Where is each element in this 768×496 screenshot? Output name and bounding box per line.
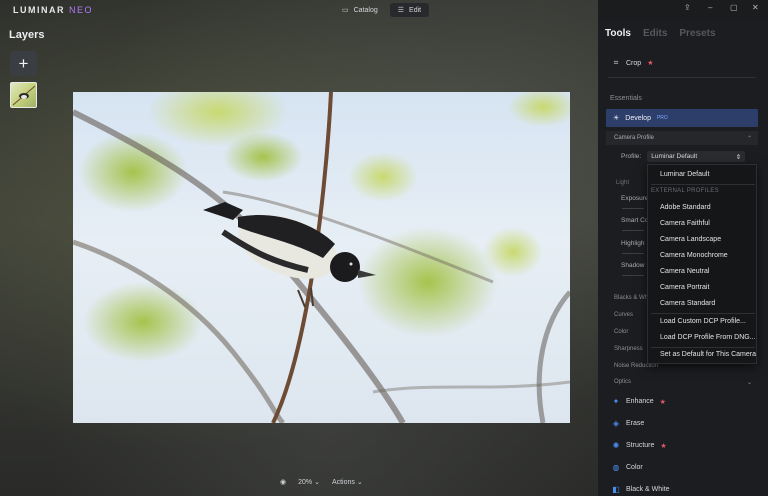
menu-item-camera-standard[interactable]: Camera Standard <box>660 300 715 307</box>
sun-icon: ☀ <box>613 115 620 122</box>
section-optics[interactable]: Optics ⌄ <box>606 376 758 388</box>
folder-icon: ▭ <box>342 7 349 14</box>
menu-item-adobe-standard[interactable]: Adobe Standard <box>660 204 711 211</box>
slider-highlights-track[interactable] <box>622 253 644 254</box>
profile-dropdown-menu: Luminar Default EXTERNAL PROFILES Adobe … <box>647 164 757 364</box>
slider-smart-contrast-track[interactable] <box>622 230 644 231</box>
tab-catalog[interactable]: ▭ Catalog <box>334 3 386 17</box>
eraser-icon: ◈ <box>612 419 620 428</box>
erase-tool[interactable]: ◈ Erase <box>612 419 644 428</box>
menu-item-camera-portrait[interactable]: Camera Portrait <box>660 284 709 291</box>
sparkle-icon: ✦ <box>612 397 620 406</box>
menu-divider <box>651 347 755 348</box>
black-white-icon: ◧ <box>612 485 620 494</box>
photo-canvas[interactable] <box>73 92 570 423</box>
tab-edits[interactable]: Edits <box>643 28 667 39</box>
camera-profile-label: Camera Profile <box>614 135 655 141</box>
tab-edit-label: Edit <box>409 6 422 14</box>
select-arrows-icon: ⇕ <box>735 153 742 161</box>
star-icon: ★ <box>660 442 667 450</box>
menu-item-camera-monochrome[interactable]: Camera Monochrome <box>660 252 728 259</box>
photo-image <box>73 92 570 423</box>
menu-item-camera-neutral[interactable]: Camera Neutral <box>660 268 709 275</box>
minimize-icon[interactable]: – <box>708 3 712 12</box>
light-heading: Light <box>616 180 630 186</box>
menu-divider <box>651 313 755 314</box>
close-icon[interactable]: ✕ <box>752 3 759 12</box>
top-bar: LUMINAR NEO ▭ Catalog ☰ Edit ⇪ – ▢ ✕ <box>0 0 768 20</box>
menu-item-load-dcp-from-dng[interactable]: Load DCP Profile From DNG... <box>660 334 756 341</box>
tab-tools[interactable]: Tools <box>605 28 631 39</box>
slider-smart-contrast[interactable]: Smart Co <box>621 217 648 224</box>
section-curves-label: Curves <box>614 312 634 318</box>
menu-item-set-default[interactable]: Set as Default for This Camera <box>660 351 756 358</box>
slider-exposure[interactable]: Exposure <box>621 195 648 202</box>
share-icon[interactable]: ⇪ <box>684 3 691 12</box>
tab-edit[interactable]: ☰ Edit <box>389 3 430 17</box>
logo-text: LUMINAR <box>13 5 65 15</box>
crop-icon: ⌗ <box>613 58 619 67</box>
external-profiles-heading: EXTERNAL PROFILES <box>651 188 719 194</box>
star-icon: ★ <box>647 60 654 67</box>
develop-tool[interactable]: ☀ Develop PRO <box>606 109 758 127</box>
layer-thumbnail[interactable] <box>10 82 37 108</box>
sliders-icon: ☰ <box>397 7 405 14</box>
star-icon: ★ <box>659 398 666 406</box>
color-wheel-icon: ◍ <box>612 463 620 472</box>
eye-icon[interactable]: ◉ <box>280 478 286 486</box>
layers-title: Layers <box>9 29 45 41</box>
section-color-label: Color <box>614 329 629 335</box>
logo-suffix: NEO <box>69 5 94 15</box>
section-sharpness-label: Sharpness <box>614 346 643 352</box>
erase-label: Erase <box>626 420 645 427</box>
structure-icon: ✺ <box>612 441 620 450</box>
mode-tabs: ▭ Catalog ☰ Edit <box>334 3 430 17</box>
maximize-icon[interactable]: ▢ <box>730 3 738 12</box>
zoom-selector[interactable]: 20% ⌄ <box>298 478 320 486</box>
actions-label: Actions <box>331 479 355 486</box>
menu-item-camera-faithful[interactable]: Camera Faithful <box>660 220 710 227</box>
profile-select[interactable]: Luminar Default ⇕ <box>647 151 746 162</box>
enhance-tool[interactable]: ✦ Enhance ★ <box>612 397 666 406</box>
menu-item-camera-landscape[interactable]: Camera Landscape <box>660 236 721 243</box>
bottom-toolbar: ◉ 20% ⌄ Actions ⌄ <box>280 478 363 486</box>
crop-tool[interactable]: ⌗ Crop ★ <box>612 58 654 68</box>
profile-row: Profile: Luminar Default ⇕ <box>621 151 746 162</box>
camera-profile-section[interactable]: Camera Profile ⌃ <box>606 131 758 145</box>
black-white-tool[interactable]: ◧ Black & White <box>612 485 670 494</box>
chevron-up-icon: ⌃ <box>746 135 752 142</box>
menu-item-luminar-default[interactable]: Luminar Default <box>660 171 709 178</box>
menu-divider <box>651 184 755 185</box>
tab-presets[interactable]: Presets <box>679 28 715 39</box>
structure-tool[interactable]: ✺ Structure ★ <box>612 441 667 450</box>
plus-icon: + <box>18 53 29 73</box>
menu-item-load-custom-dcp[interactable]: Load Custom DCP Profile... <box>660 318 746 325</box>
add-layer-button[interactable]: + <box>10 51 37 76</box>
section-optics-label: Optics <box>614 379 632 385</box>
panel-tabs: Tools Edits Presets <box>605 28 716 39</box>
zoom-value: 20% <box>298 479 313 486</box>
structure-label: Structure <box>626 442 655 449</box>
profile-select-value: Luminar Default <box>651 153 698 160</box>
color-tool[interactable]: ◍ Color <box>612 463 643 472</box>
profile-label: Profile: <box>621 153 642 160</box>
black-white-label: Black & White <box>626 486 670 493</box>
layer-thumbnail-image <box>12 85 36 106</box>
essentials-heading: Essentials <box>610 95 642 102</box>
slider-shadows-track[interactable] <box>622 275 644 276</box>
crop-label: Crop <box>626 59 642 67</box>
slider-highlights[interactable]: Highligh <box>621 240 645 247</box>
enhance-label: Enhance <box>626 398 654 405</box>
actions-menu[interactable]: Actions ⌄ <box>332 478 363 486</box>
develop-label: Develop <box>625 114 651 122</box>
slider-shadows[interactable]: Shadow <box>621 262 645 269</box>
tab-catalog-label: Catalog <box>353 6 378 14</box>
chevron-down-icon: ⌄ <box>746 379 752 386</box>
color-label: Color <box>626 464 643 471</box>
pro-badge: PRO <box>656 115 668 121</box>
slider-exposure-track[interactable] <box>622 208 644 209</box>
app-logo: LUMINAR NEO <box>13 5 93 15</box>
divider <box>608 77 756 78</box>
